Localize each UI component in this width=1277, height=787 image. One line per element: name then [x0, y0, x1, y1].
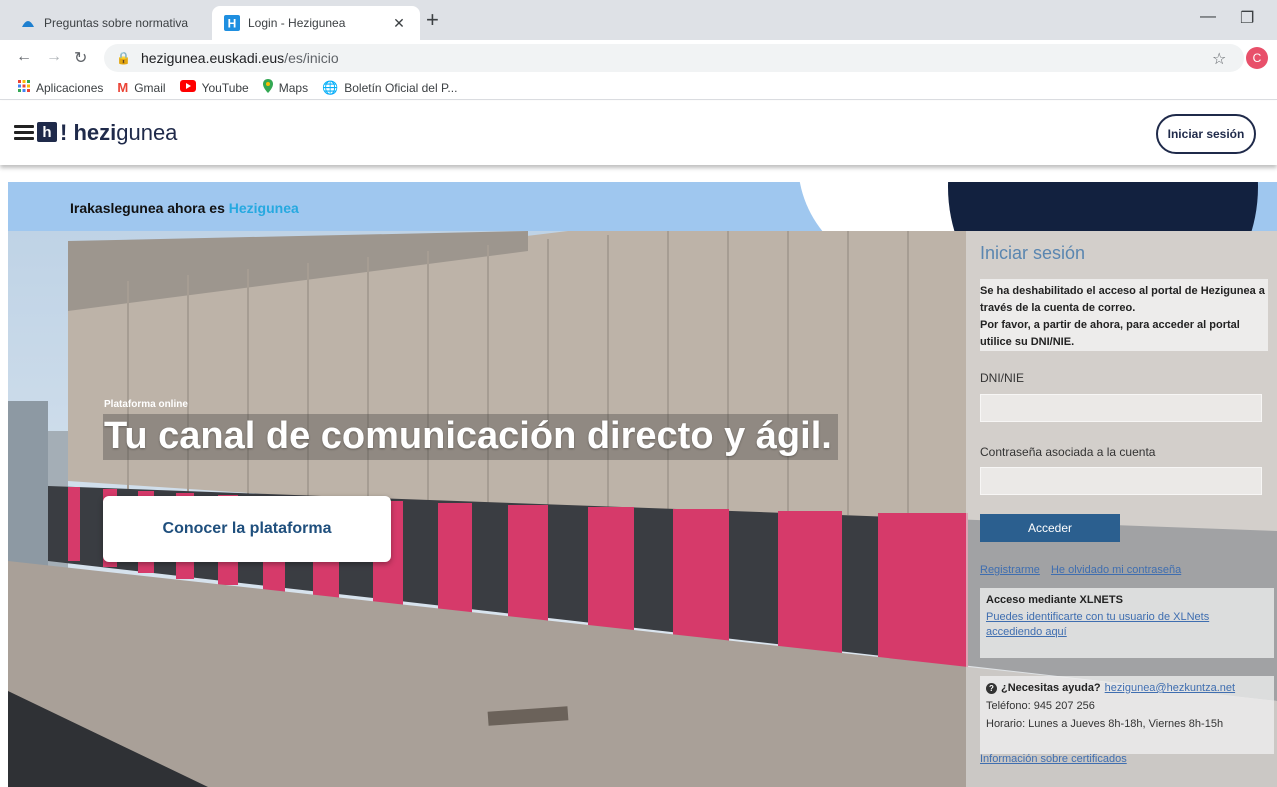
bookmark-boletin[interactable]: 🌐 Boletín Oficial del P... — [322, 80, 457, 96]
hamburger-menu-icon[interactable] — [14, 125, 34, 141]
bookmark-star-icon[interactable]: ☆ — [1212, 49, 1226, 69]
register-link[interactable]: Registrarme — [980, 564, 1040, 576]
login-notice: Se ha deshabilitado el acceso al portal … — [980, 279, 1268, 351]
globe-icon: 🌐 — [322, 79, 339, 95]
address-bar: ← → ↻ 🔒 hezigunea.euskadi.eus/es/inicio … — [0, 40, 1277, 76]
tab-title: Login - Hezigunea — [248, 16, 346, 30]
password-label: Contraseña asociada a la cuenta — [980, 445, 1156, 459]
hezigunea-favicon-icon: H — [224, 15, 240, 31]
banner-highlight: Hezigunea — [228, 200, 299, 216]
xlnets-title: Acceso mediante XLNETS — [986, 594, 1123, 606]
tab-preguntas[interactable]: Preguntas sobre normativa ✕ — [8, 6, 246, 40]
youtube-icon — [179, 80, 196, 95]
banner-text: Irakaslegunea ahora es Hezigunea — [70, 200, 299, 216]
gmail-icon: M — [117, 80, 129, 95]
hero-headline: Tu canal de comunicación directo y ágil. — [104, 415, 832, 457]
svg-text:H: H — [228, 17, 237, 31]
conocer-plataforma-button[interactable]: Conocer la plataforma — [103, 496, 391, 562]
hezigunea-logo[interactable]: ! hezigunea — [60, 120, 177, 146]
help-email-link[interactable]: hezigunea@hezkuntza.net — [1105, 682, 1235, 694]
lock-icon: 🔒 — [116, 51, 131, 65]
bookmark-maps[interactable]: Maps — [262, 79, 309, 96]
url-path: /es/inicio — [284, 50, 339, 66]
account-links: Registrarme He olvidado mi contraseña — [980, 564, 1189, 576]
url-input[interactable]: 🔒 hezigunea.euskadi.eus/es/inicio — [104, 44, 1244, 72]
xlnets-link[interactable]: Puedes identificarte con tu usuario de X… — [986, 610, 1268, 640]
hero-section: Irakaslegunea ahora es Hezigunea Platafo… — [0, 165, 1277, 787]
login-title: Iniciar sesión — [980, 243, 1086, 263]
login-panel: Iniciar sesión Se ha deshabilitado el ac… — [966, 231, 1277, 787]
help-question: ¿Necesitas ayuda? — [1001, 682, 1101, 694]
banner-main-text: Irakaslegunea ahora es — [70, 200, 225, 216]
forgot-password-link[interactable]: He olvidado mi contraseña — [1051, 564, 1181, 576]
xlnets-box: Acceso mediante XLNETS Puedes identifica… — [980, 588, 1274, 658]
browser-tabstrip: Preguntas sobre normativa ✕ H Login - He… — [0, 0, 1277, 40]
bookmark-label: Maps — [278, 80, 309, 95]
minimize-icon[interactable]: — — [1200, 8, 1216, 26]
decorative-circle — [948, 182, 1258, 231]
maps-pin-icon — [262, 79, 273, 96]
tab-favicon-icon — [20, 15, 36, 31]
acceder-button[interactable]: Acceder — [980, 514, 1120, 542]
bookmark-label: Boletín Oficial del P... — [344, 80, 458, 95]
password-input[interactable] — [980, 467, 1262, 495]
help-box: ? ¿Necesitas ayuda? hezigunea@hezkuntza.… — [980, 676, 1274, 754]
url-host: hezigunea.euskadi.eus — [140, 50, 285, 66]
forward-arrow-icon[interactable]: → — [46, 48, 62, 66]
question-circle-icon: ? — [986, 682, 997, 694]
restore-icon[interactable]: ❐ — [1240, 8, 1254, 28]
announcement-banner: Irakaslegunea ahora es Hezigunea — [8, 182, 1277, 231]
site-header: h ! hezigunea Iniciar sesión — [0, 101, 1277, 165]
reload-icon[interactable]: ↻ — [74, 48, 87, 68]
notice-line-2: Por favor, a partir de ahora, para acced… — [980, 319, 1240, 348]
bookmarks-bar: Aplicaciones M Gmail YouTube Maps 🌐 Bole… — [0, 76, 1277, 100]
logo-bold: ! hezi — [60, 120, 117, 145]
hours-text: Horario: Lunes a Jueves 8h-18h, Viernes … — [986, 718, 1224, 730]
logo-rest: gunea — [116, 120, 178, 145]
notice-line-1: Se ha deshabilitado el acceso al portal … — [980, 285, 1265, 314]
back-arrow-icon[interactable]: ← — [16, 48, 32, 66]
tab-login-hezigunea[interactable]: H Login - Hezigunea ✕ — [212, 6, 420, 40]
bookmark-gmail[interactable]: M Gmail — [117, 80, 165, 95]
dni-input[interactable] — [980, 394, 1262, 422]
new-tab-icon[interactable]: + — [426, 8, 439, 32]
certificates-link[interactable]: Información sobre certificados — [980, 753, 1127, 765]
apps-grid-icon — [18, 80, 30, 95]
bookmark-youtube[interactable]: YouTube — [179, 80, 249, 95]
header-login-button[interactable]: Iniciar sesión — [1156, 114, 1256, 154]
bookmark-aplicaciones[interactable]: Aplicaciones — [18, 80, 103, 95]
close-icon[interactable]: ✕ — [390, 15, 408, 32]
dni-label: DNI/NIE — [980, 371, 1025, 385]
bookmark-label: Gmail — [134, 80, 166, 95]
tab-title: Preguntas sobre normativa — [44, 16, 189, 30]
hezigunea-logo-mark: h — [37, 122, 57, 142]
bookmark-label: YouTube — [201, 80, 249, 95]
bookmark-label: Aplicaciones — [36, 80, 104, 95]
help-line: ? ¿Necesitas ayuda? hezigunea@hezkuntza.… — [986, 682, 1268, 694]
hero-kicker: Plataforma online — [104, 399, 188, 410]
profile-avatar[interactable]: C — [1246, 47, 1268, 69]
phone-text: Teléfono: 945 207 256 — [986, 700, 1095, 712]
